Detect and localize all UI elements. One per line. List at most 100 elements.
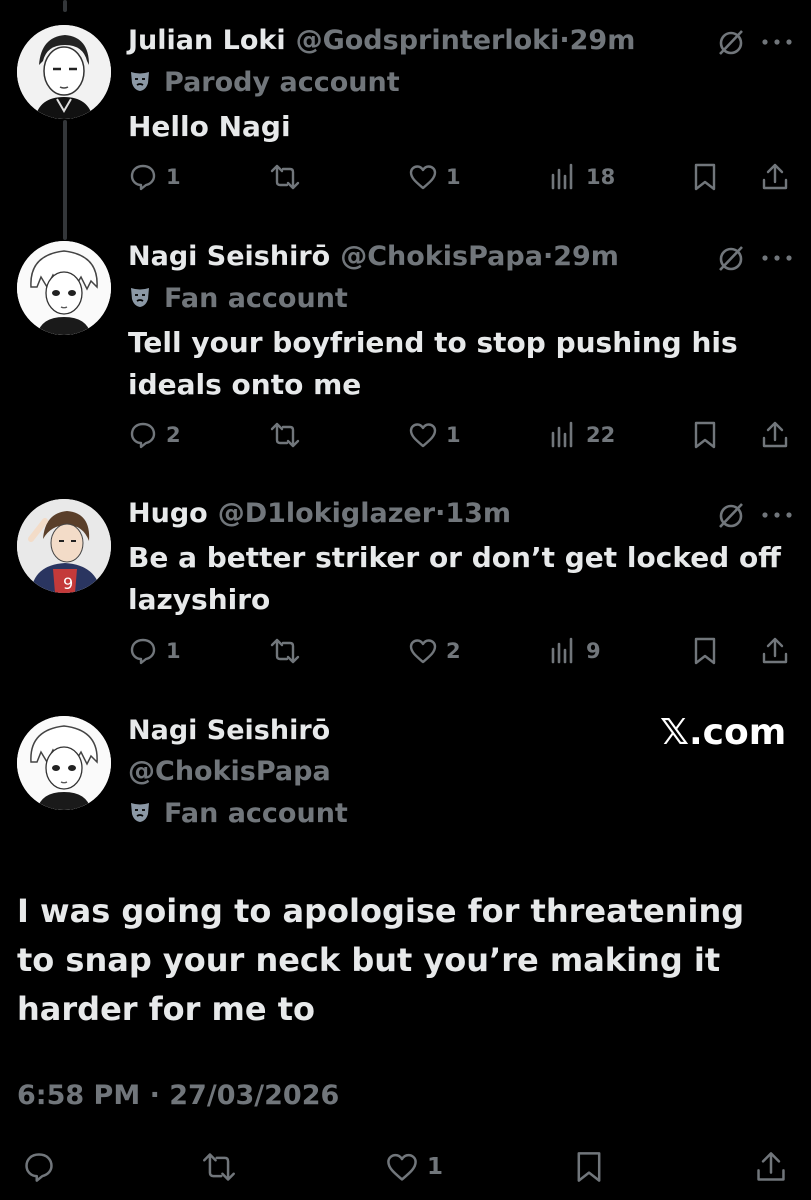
avatar[interactable] bbox=[17, 716, 111, 810]
author-name[interactable]: Julian Loki bbox=[128, 25, 286, 56]
reply-button[interactable]: 2 bbox=[128, 413, 181, 457]
bookmark-button[interactable] bbox=[690, 629, 720, 673]
like-count: 1 bbox=[446, 165, 461, 189]
avatar[interactable]: 9 bbox=[17, 499, 111, 593]
tweet-time[interactable]: 13m bbox=[445, 498, 511, 529]
reply-icon bbox=[130, 638, 156, 665]
fan-badge: Fan account bbox=[128, 797, 348, 831]
repost-button[interactable] bbox=[270, 413, 308, 457]
fan-badge: Fan account bbox=[128, 282, 348, 316]
like-button[interactable]: 1 bbox=[408, 155, 461, 199]
more-icon[interactable] bbox=[760, 32, 794, 52]
author-handle[interactable]: @ChokisPapa bbox=[128, 755, 331, 789]
repost-icon bbox=[203, 1153, 235, 1181]
views-icon bbox=[551, 163, 573, 190]
bookmark-icon bbox=[694, 163, 716, 191]
separator-dot: · bbox=[542, 241, 554, 272]
views-count: 18 bbox=[586, 165, 616, 189]
repost-icon bbox=[270, 422, 300, 448]
repost-icon bbox=[270, 638, 300, 664]
thread-line bbox=[63, 120, 67, 240]
action-bar: 1 2 9 bbox=[128, 629, 798, 673]
like-button[interactable]: 1 bbox=[385, 1142, 443, 1192]
share-button[interactable] bbox=[760, 629, 790, 673]
action-bar: 1 1 18 bbox=[128, 155, 798, 199]
like-count: 2 bbox=[446, 639, 461, 663]
tweet-text: Hello Nagi bbox=[128, 110, 291, 143]
views-count: 9 bbox=[586, 639, 601, 663]
bookmark-button[interactable] bbox=[690, 413, 720, 457]
mask-badge-icon bbox=[131, 71, 149, 91]
x-com-watermark: 𝕏.com bbox=[660, 712, 787, 753]
grok-icon[interactable] bbox=[716, 500, 746, 530]
bookmark-icon bbox=[694, 421, 716, 449]
tweet-text: Tell your boyfriend to stop pushing his … bbox=[128, 326, 738, 401]
repost-button[interactable] bbox=[270, 629, 308, 673]
tweet-text: Be a better striker or don’t get locked … bbox=[128, 541, 781, 616]
share-button[interactable] bbox=[760, 155, 790, 199]
reply-count: 1 bbox=[166, 639, 181, 663]
views-count: 22 bbox=[586, 423, 616, 447]
repost-button[interactable] bbox=[202, 1142, 236, 1192]
reply-count: 2 bbox=[166, 423, 181, 447]
author-name[interactable]: Nagi Seishirō bbox=[128, 241, 330, 272]
reply-icon bbox=[130, 164, 156, 191]
like-button[interactable]: 2 bbox=[408, 629, 461, 673]
bookmark-icon bbox=[694, 637, 716, 665]
tweet-text: I was going to apologise for threatening… bbox=[17, 892, 745, 1028]
views-button[interactable]: 18 bbox=[548, 155, 615, 199]
bookmark-button[interactable] bbox=[572, 1142, 606, 1192]
reply-icon bbox=[130, 422, 156, 449]
avatar[interactable] bbox=[17, 25, 111, 119]
more-icon[interactable] bbox=[760, 248, 794, 268]
separator-dot: · bbox=[435, 498, 446, 529]
grok-icon[interactable] bbox=[716, 243, 746, 273]
separator-dot: · bbox=[559, 25, 570, 56]
views-icon bbox=[551, 421, 573, 448]
mask-badge-icon bbox=[131, 802, 149, 822]
reply-button[interactable] bbox=[22, 1142, 56, 1192]
share-icon bbox=[762, 163, 788, 190]
heart-icon bbox=[409, 165, 437, 190]
tweet-header: Hugo @D1lokiglazer·13m bbox=[128, 497, 511, 531]
author-handle[interactable]: @Godsprinterloki bbox=[296, 25, 560, 56]
reply-count: 1 bbox=[166, 165, 181, 189]
like-count: 1 bbox=[427, 1154, 444, 1180]
views-icon bbox=[551, 637, 573, 664]
badge-label: Parody account bbox=[164, 67, 400, 98]
heart-icon bbox=[409, 639, 437, 664]
repost-icon bbox=[270, 164, 300, 190]
action-bar: 2 1 22 bbox=[128, 413, 798, 457]
avatar[interactable] bbox=[17, 241, 111, 335]
views-button[interactable]: 9 bbox=[548, 629, 601, 673]
like-button[interactable]: 1 bbox=[408, 413, 461, 457]
author-handle[interactable]: @ChokisPapa bbox=[340, 241, 543, 272]
share-button[interactable] bbox=[754, 1142, 788, 1192]
like-count: 1 bbox=[446, 423, 461, 447]
repost-button[interactable] bbox=[270, 155, 308, 199]
author-name[interactable]: Hugo bbox=[128, 498, 208, 529]
badge-label: Fan account bbox=[164, 798, 348, 829]
author-name[interactable]: Nagi Seishirō bbox=[128, 714, 330, 748]
share-icon bbox=[757, 1152, 785, 1181]
tweet-header: Nagi Seishirō @ChokisPapa·29m bbox=[128, 240, 619, 274]
views-button[interactable]: 22 bbox=[548, 413, 615, 457]
tweet-timestamp[interactable]: 6:58 PM · 27/03/2026 bbox=[17, 1080, 339, 1111]
parody-badge: Parody account bbox=[128, 66, 400, 100]
share-icon bbox=[762, 421, 788, 448]
author-handle[interactable]: @D1lokiglazer bbox=[218, 498, 435, 529]
mask-badge-icon bbox=[131, 287, 149, 307]
share-button[interactable] bbox=[760, 413, 790, 457]
tweet-time[interactable]: 29m bbox=[570, 25, 636, 56]
main-action-bar: 1 bbox=[0, 1142, 811, 1192]
grok-icon[interactable] bbox=[716, 27, 746, 57]
more-icon[interactable] bbox=[760, 505, 794, 525]
reply-icon bbox=[25, 1153, 53, 1182]
tweet-time[interactable]: 29m bbox=[553, 241, 619, 272]
reply-button[interactable]: 1 bbox=[128, 155, 181, 199]
thread-line bbox=[63, 0, 67, 12]
tweet-header: Julian Loki @Godsprinterloki·29m bbox=[128, 24, 635, 58]
bookmark-icon bbox=[577, 1152, 601, 1182]
reply-button[interactable]: 1 bbox=[128, 629, 181, 673]
bookmark-button[interactable] bbox=[690, 155, 720, 199]
